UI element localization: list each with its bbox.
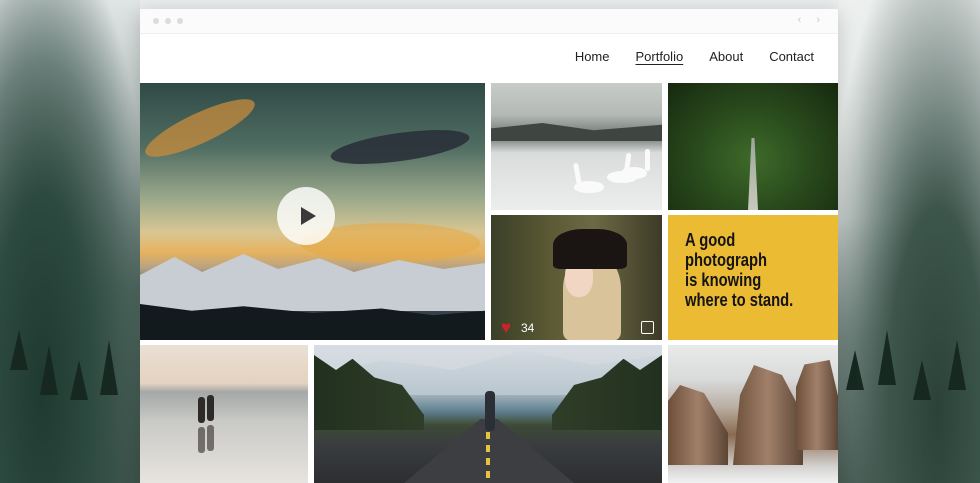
window-titlebar: ‹ › xyxy=(140,9,838,34)
quote-text: A good photograph is knowing where to st… xyxy=(685,230,794,310)
swan-shape xyxy=(645,149,650,171)
tree-shape xyxy=(846,350,864,390)
chevron-left-right-icon[interactable]: ‹ › xyxy=(798,14,826,26)
like-count: 34 xyxy=(521,321,535,335)
main-navigation: Home Portfolio About Contact xyxy=(575,49,814,64)
nav-item-contact[interactable]: Contact xyxy=(769,49,814,64)
tree-shape xyxy=(878,330,896,385)
tree-shape xyxy=(913,360,931,400)
tree-shape xyxy=(10,330,28,370)
background-forest-right xyxy=(838,0,980,483)
swan-shape xyxy=(621,167,647,179)
tree-shape xyxy=(40,345,58,395)
play-button[interactable] xyxy=(277,187,335,245)
portfolio-tile-suspension-bridge[interactable] xyxy=(668,83,838,210)
tree-shape xyxy=(70,360,88,400)
portfolio-tile-road[interactable] xyxy=(314,345,662,483)
tree-shape xyxy=(948,340,966,390)
portfolio-tile-swans[interactable] xyxy=(491,83,662,210)
portfolio-tile-mountain-video[interactable] xyxy=(140,83,485,340)
swan-shape xyxy=(573,162,582,186)
cloud-shape xyxy=(140,89,261,167)
heart-icon[interactable]: ♥ xyxy=(501,319,511,336)
window-dot-icon xyxy=(177,18,183,24)
browser-window: ‹ › Home Portfolio About Contact ♥ 34 A … xyxy=(140,9,838,483)
rock-shape xyxy=(796,360,838,450)
person-shape xyxy=(485,391,495,431)
rock-shape xyxy=(668,385,728,465)
portfolio-tile-quote: A good photograph is knowing where to st… xyxy=(668,215,838,340)
nav-item-portfolio[interactable]: Portfolio xyxy=(636,49,684,64)
cloud-shape xyxy=(328,123,472,171)
rock-shape xyxy=(733,365,803,465)
person-reflection xyxy=(207,425,214,451)
portfolio-tile-beach-couple[interactable] xyxy=(140,345,308,483)
tree-shape xyxy=(100,340,118,395)
nav-item-home[interactable]: Home xyxy=(575,49,610,64)
play-icon xyxy=(300,207,316,225)
person-shape xyxy=(207,395,214,421)
nav-item-about[interactable]: About xyxy=(709,49,743,64)
bridge-shape xyxy=(748,138,758,210)
share-icon[interactable] xyxy=(641,321,654,334)
person-shape xyxy=(198,397,205,423)
shoreline xyxy=(491,123,662,141)
person-reflection xyxy=(198,427,205,453)
window-dot-icon xyxy=(153,18,159,24)
background-forest-left xyxy=(0,0,140,483)
window-dot-icon xyxy=(165,18,171,24)
portfolio-tile-rock-peaks[interactable] xyxy=(668,345,838,483)
portfolio-tile-woman-hat[interactable]: ♥ 34 xyxy=(491,215,662,340)
hat-shape xyxy=(553,229,627,269)
